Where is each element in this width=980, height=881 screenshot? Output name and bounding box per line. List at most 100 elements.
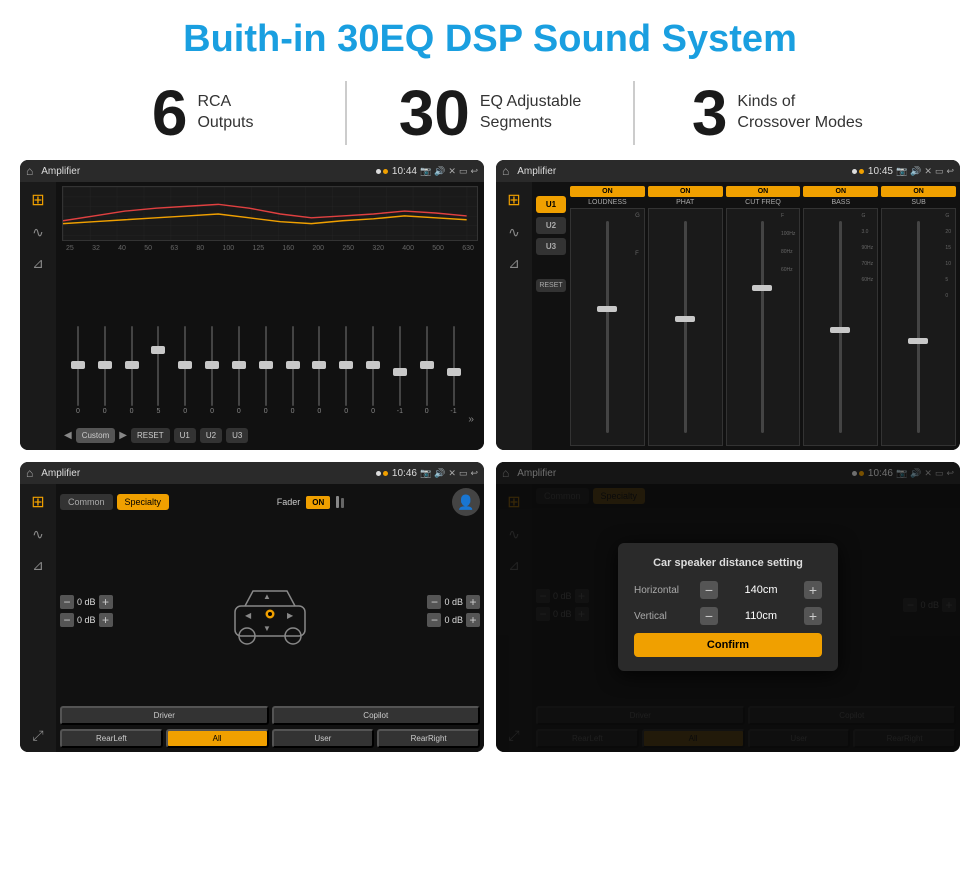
- loudness-label: LOUDNESS: [588, 199, 627, 206]
- eq-slider-11[interactable]: 0: [361, 315, 385, 425]
- rearleft-button[interactable]: RearLeft: [60, 729, 163, 748]
- horizontal-minus[interactable]: −: [700, 581, 718, 599]
- eq-sidebar-icon[interactable]: ⊞: [31, 190, 44, 210]
- back-icon-bl[interactable]: ↩: [470, 468, 478, 479]
- back-icon-tl[interactable]: ↩: [470, 166, 478, 177]
- page-title: Buith-in 30EQ DSP Sound System: [0, 0, 980, 71]
- u3-button-eq[interactable]: U3: [226, 428, 248, 443]
- driver-button[interactable]: Driver: [60, 706, 269, 725]
- db-plus-4[interactable]: +: [466, 613, 480, 627]
- user-avatar-bl[interactable]: 👤: [452, 488, 480, 516]
- u2-preset[interactable]: U2: [536, 217, 566, 234]
- eq-slider-0[interactable]: 0: [66, 315, 90, 425]
- horizontal-label: Horizontal: [634, 585, 694, 596]
- eq-slider-13[interactable]: 0: [415, 315, 439, 425]
- time-bl: 10:46: [392, 468, 417, 479]
- status-icons-bl: 10:46 📷 🔊 ✕ ▭ ↩: [392, 468, 478, 479]
- db-minus-4[interactable]: −: [427, 613, 441, 627]
- db-minus-3[interactable]: −: [427, 595, 441, 609]
- stat-number-eq: 30: [399, 81, 470, 145]
- eq-slider-8[interactable]: 0: [281, 315, 305, 425]
- phat-slider-area[interactable]: [648, 208, 723, 446]
- db-minus-1[interactable]: −: [60, 595, 74, 609]
- stat-crossover: 3 Kinds of Crossover Modes: [635, 81, 920, 145]
- sub-slider-area[interactable]: G 20 15 10 5 0: [881, 208, 956, 446]
- fader-on-btn[interactable]: ON: [306, 496, 330, 509]
- fader-buttons-2: RearLeft All User RearRight: [60, 729, 480, 748]
- custom-button[interactable]: Custom: [76, 428, 116, 443]
- bass-slider-area[interactable]: G 3.0 90Hz 70Hz 60Hz: [803, 208, 878, 446]
- cutfreq-on-btn[interactable]: ON: [726, 186, 801, 197]
- cutfreq-slider-area[interactable]: F 100Hz 80Hz 60Hz: [726, 208, 801, 446]
- rearright-button[interactable]: RearRight: [377, 729, 480, 748]
- db-row-2: − 0 dB +: [60, 613, 113, 627]
- fader-controls: − 0 dB + − 0 dB +: [60, 520, 480, 702]
- speaker-sidebar-icon-tr[interactable]: ⊿: [508, 255, 520, 272]
- speaker-sidebar-icon[interactable]: ⊿: [32, 255, 44, 272]
- loudness-slider-area[interactable]: GF: [570, 208, 645, 446]
- channel-phat: ON PHAT: [648, 186, 723, 446]
- sub-on-btn[interactable]: ON: [881, 186, 956, 197]
- close-icon-tl: ✕: [448, 166, 456, 177]
- reset-mixer[interactable]: RESET: [536, 279, 566, 292]
- dialog-overlay: Car speaker distance setting Horizontal …: [496, 462, 960, 752]
- speaker-sidebar-icon-bl[interactable]: ⊿: [32, 557, 44, 574]
- all-button[interactable]: All: [166, 729, 269, 748]
- copilot-button[interactable]: Copilot: [272, 706, 481, 725]
- eq-slider-12[interactable]: -1: [388, 315, 412, 425]
- common-tab[interactable]: Common: [60, 494, 113, 510]
- eq-slider-1[interactable]: 0: [93, 315, 117, 425]
- eq-sidebar-icon-tr[interactable]: ⊞: [507, 190, 520, 210]
- back-icon-tr[interactable]: ↩: [946, 166, 954, 177]
- horizontal-plus[interactable]: +: [804, 581, 822, 599]
- play-button-eq[interactable]: ▶: [119, 430, 127, 441]
- fader-sidebar-icon-bl[interactable]: ⤢: [32, 727, 43, 744]
- eq-slider-9[interactable]: 0: [307, 315, 331, 425]
- eq-slider-7[interactable]: 0: [254, 315, 278, 425]
- db-plus-2[interactable]: +: [99, 613, 113, 627]
- u2-button-eq[interactable]: U2: [200, 428, 222, 443]
- eq-slider-5[interactable]: 0: [200, 315, 224, 425]
- time-tr: 10:45: [868, 166, 893, 177]
- user-button[interactable]: User: [272, 729, 375, 748]
- db-value-3: 0 dB: [444, 597, 463, 607]
- db-value-1: 0 dB: [77, 597, 96, 607]
- vertical-plus[interactable]: +: [804, 607, 822, 625]
- wave-sidebar-icon-bl[interactable]: ∿: [32, 526, 44, 543]
- eq-slider-4[interactable]: 0: [173, 315, 197, 425]
- db-plus-3[interactable]: +: [466, 595, 480, 609]
- home-icon-bl[interactable]: ⌂: [26, 466, 33, 480]
- bass-on-btn[interactable]: ON: [803, 186, 878, 197]
- loudness-on-btn[interactable]: ON: [570, 186, 645, 197]
- eq-freq-labels: 2532405063 80100125160200 25032040050063…: [62, 245, 478, 252]
- confirm-button[interactable]: Confirm: [634, 633, 822, 657]
- channel-cutfreq: ON CUT FREQ F 100Hz 80Hz 60Hz: [726, 186, 801, 446]
- svg-text:▶: ▶: [287, 611, 294, 620]
- phat-on-btn[interactable]: ON: [648, 186, 723, 197]
- eq-slider-3[interactable]: 5: [146, 315, 170, 425]
- home-icon[interactable]: ⌂: [26, 164, 33, 178]
- db-row-4: − 0 dB +: [427, 613, 480, 627]
- home-icon-tr[interactable]: ⌂: [502, 164, 509, 178]
- u1-preset[interactable]: U1: [536, 196, 566, 213]
- wave-sidebar-icon-tr[interactable]: ∿: [508, 224, 520, 241]
- db-minus-2[interactable]: −: [60, 613, 74, 627]
- expand-icon[interactable]: »: [468, 414, 474, 425]
- reset-button-eq[interactable]: RESET: [131, 428, 170, 443]
- u3-preset[interactable]: U3: [536, 238, 566, 255]
- eq-slider-2[interactable]: 0: [120, 315, 144, 425]
- eq-sidebar-icon-bl[interactable]: ⊞: [31, 492, 44, 512]
- prev-button-eq[interactable]: ◀: [64, 430, 72, 441]
- eq-slider-10[interactable]: 0: [334, 315, 358, 425]
- vertical-minus[interactable]: −: [700, 607, 718, 625]
- db-plus-1[interactable]: +: [99, 595, 113, 609]
- u1-button-eq[interactable]: U1: [174, 428, 196, 443]
- camera-icon-bl: 📷: [420, 468, 431, 479]
- wave-sidebar-icon[interactable]: ∿: [32, 224, 44, 241]
- volume-icon-tl: 🔊: [434, 166, 445, 177]
- db-value-4: 0 dB: [444, 615, 463, 625]
- camera-icon-tr: 📷: [896, 166, 907, 177]
- specialty-tab[interactable]: Specialty: [117, 494, 170, 510]
- eq-slider-6[interactable]: 0: [227, 315, 251, 425]
- eq-slider-14[interactable]: -1: [442, 315, 466, 425]
